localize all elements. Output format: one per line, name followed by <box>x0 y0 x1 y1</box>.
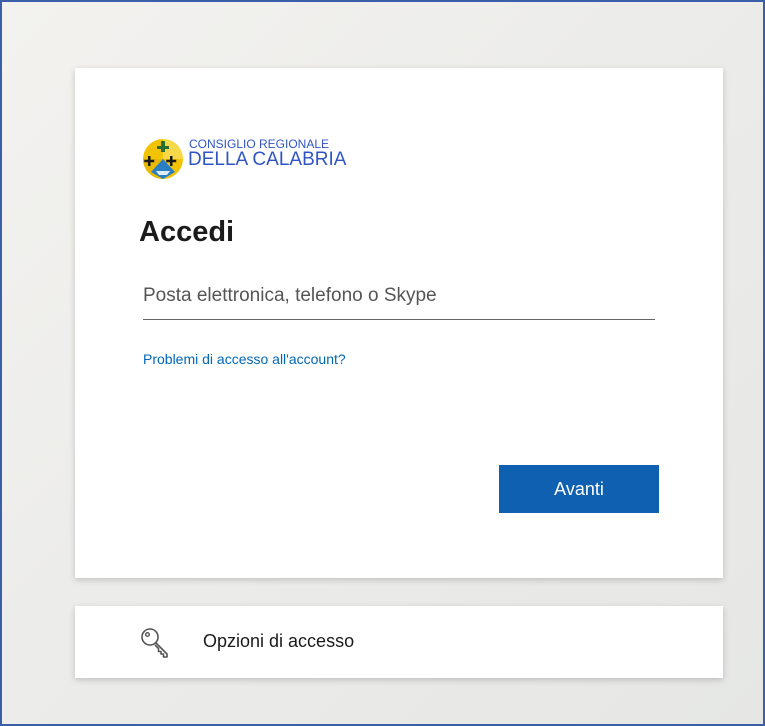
page-frame: CONSIGLIO REGIONALE DELLA CALABRIA Acced… <box>0 0 765 726</box>
email-field[interactable] <box>143 273 655 320</box>
key-icon <box>141 628 168 658</box>
logo-text-line2: DELLA CALABRIA <box>188 149 347 170</box>
organization-logo: CONSIGLIO REGIONALE DELLA CALABRIA <box>139 134 369 192</box>
next-button[interactable]: Avanti <box>499 465 659 513</box>
account-access-help-link[interactable]: Problemi di accesso all'account? <box>143 351 346 367</box>
login-card: CONSIGLIO REGIONALE DELLA CALABRIA Acced… <box>75 68 723 578</box>
page-title: Accedi <box>139 216 235 248</box>
sign-in-options-label: Opzioni di accesso <box>203 631 355 651</box>
regional-emblem-icon <box>143 139 183 179</box>
sign-in-options-button[interactable]: Opzioni di accesso <box>75 606 723 678</box>
